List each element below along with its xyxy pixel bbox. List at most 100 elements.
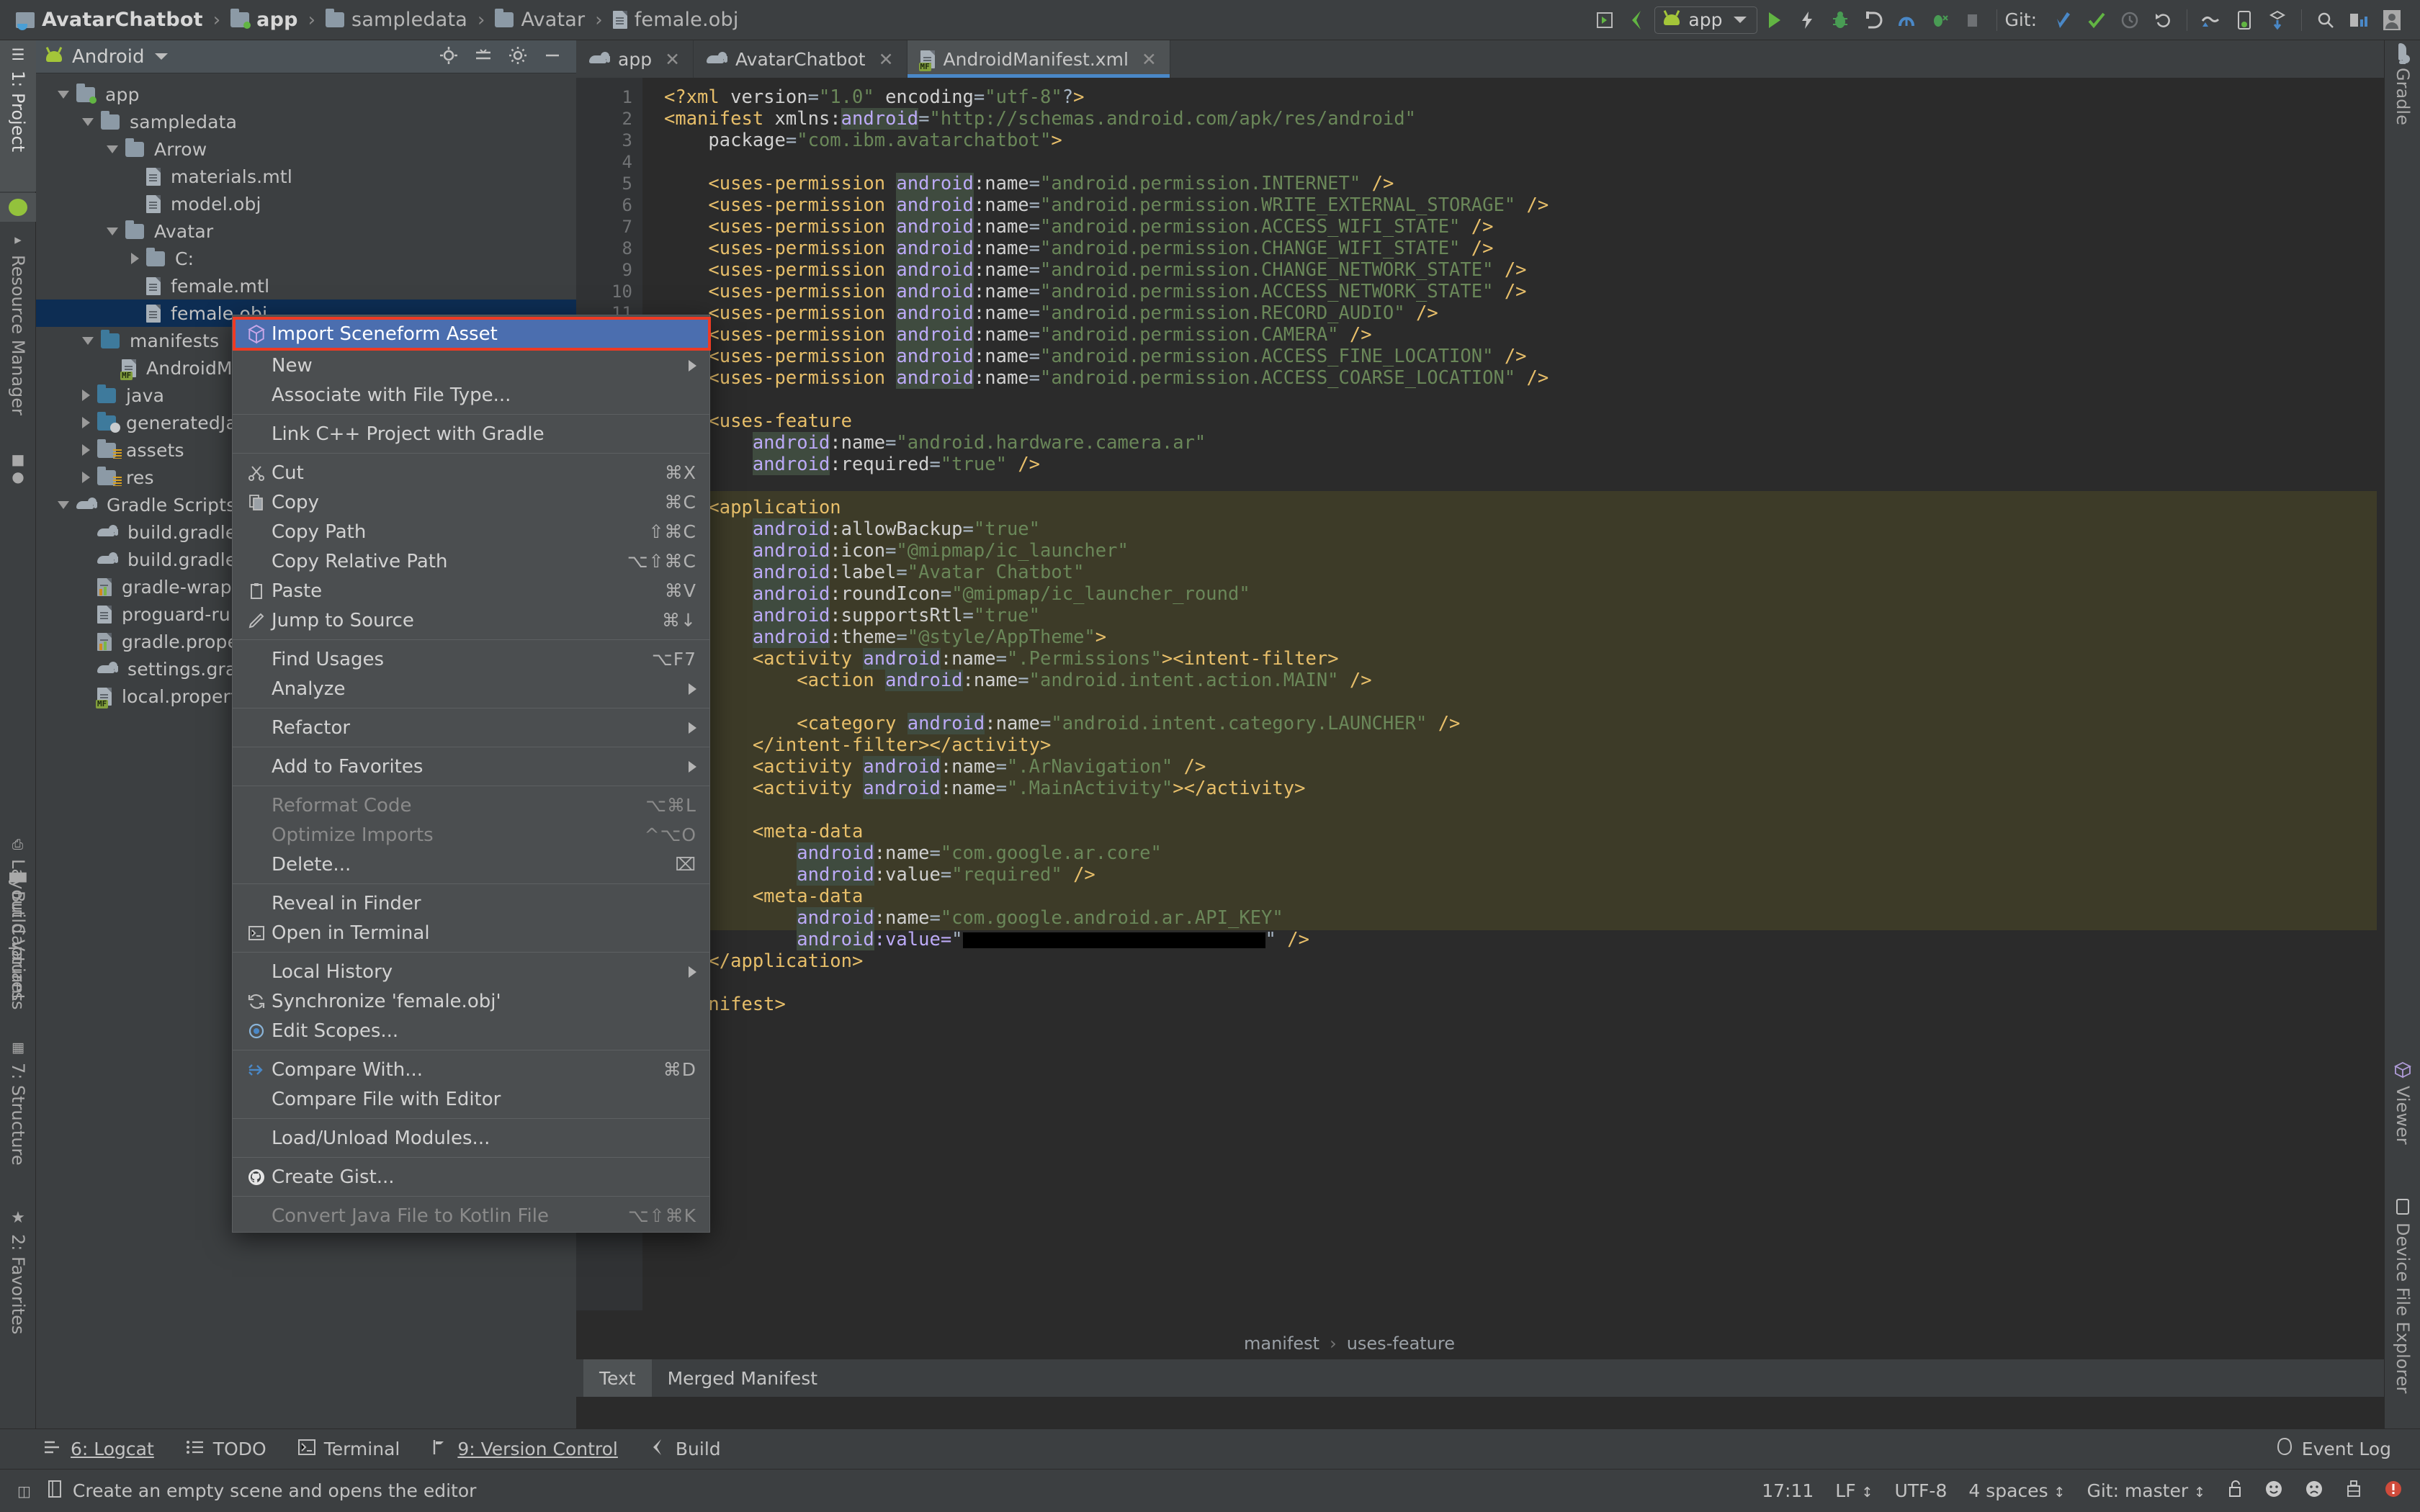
menu-item-analyze[interactable]: Analyze <box>233 674 709 703</box>
bottom-tab-logcat[interactable]: 6: Logcat <box>43 1439 154 1459</box>
attach-debugger-icon[interactable] <box>1857 4 1890 37</box>
menu-item-create-gist[interactable]: Create Gist... <box>233 1162 709 1192</box>
breadcrumb-item-app[interactable]: app <box>230 9 297 31</box>
line-separator-selector[interactable]: LF ↕ <box>1835 1480 1873 1501</box>
sync-gradle-icon[interactable] <box>2195 4 2228 37</box>
menu-item-optimize-imports[interactable]: Optimize Imports^⌥O <box>233 820 709 850</box>
sdk-manager-icon[interactable] <box>2261 4 2294 37</box>
menu-item-convert-java-file-to-kotlin-file[interactable]: Convert Java File to Kotlin File⌥⇧⌘K <box>233 1201 709 1230</box>
menu-item-copy[interactable]: Copy⌘C <box>233 487 709 517</box>
code-editor[interactable]: 1234567891011 <?xml version="1.0" encodi… <box>576 78 2420 1310</box>
android-tool-icon[interactable] <box>0 193 36 222</box>
close-icon[interactable]: ✕ <box>1142 49 1157 70</box>
menu-item-edit-scopes[interactable]: Edit Scopes... <box>233 1016 709 1045</box>
menu-item-compare-file-with-editor[interactable]: Compare File with Editor <box>233 1084 709 1114</box>
menu-item-new[interactable]: New <box>233 351 709 380</box>
settings-gear-icon[interactable] <box>508 46 527 68</box>
indent-selector[interactable]: 4 spaces ↕ <box>1968 1480 2065 1501</box>
caret-position[interactable]: 17:11 <box>1762 1480 1814 1501</box>
twisty-expanded-icon[interactable] <box>58 91 69 99</box>
twisty-expanded-icon[interactable] <box>58 501 69 509</box>
menu-item-import-sceneform-asset[interactable]: Import Sceneform Asset <box>233 317 709 351</box>
git-branch-widget[interactable]: Git: master ↕ <box>2087 1480 2205 1501</box>
breadcrumb-item-sampledata[interactable]: sampledata <box>326 9 467 31</box>
twisty-collapsed-icon[interactable] <box>82 472 90 483</box>
resource-shapes-icon[interactable]: ■● <box>0 445 36 477</box>
run-configuration-selector[interactable]: app <box>1654 6 1757 34</box>
debug-attach-icon[interactable] <box>1923 4 1956 37</box>
menu-item-load-unload-modules[interactable]: Load/Unload Modules... <box>233 1123 709 1153</box>
breadcrumb-item-avatar[interactable]: Avatar <box>495 9 585 31</box>
happy-face-icon[interactable] <box>2264 1480 2283 1503</box>
twisty-expanded-icon[interactable] <box>107 145 118 153</box>
menu-item-delete[interactable]: Delete...⌧ <box>233 850 709 879</box>
menu-item-local-history[interactable]: Local History <box>233 957 709 986</box>
sidebar-item-project[interactable]: ☰ 1: Project <box>0 40 36 192</box>
breadcrumb-uses-feature[interactable]: uses-feature <box>1347 1333 1455 1354</box>
menu-item-jump-to-source[interactable]: Jump to Source⌘↓ <box>233 606 709 635</box>
tree-node-avatar[interactable]: Avatar <box>36 217 576 245</box>
twisty-collapsed-icon[interactable] <box>131 253 139 264</box>
bottom-tab-terminal[interactable]: Terminal <box>298 1439 400 1459</box>
twisty-expanded-icon[interactable] <box>82 118 94 126</box>
sidebar-item-gradle[interactable]: Gradle <box>2385 40 2420 170</box>
menu-item-reveal-in-finder[interactable]: Reveal in Finder <box>233 888 709 918</box>
debug-icon[interactable] <box>1824 4 1857 37</box>
menu-item-compare-with[interactable]: Compare With...⌘D <box>233 1055 709 1084</box>
project-structure-icon[interactable] <box>2342 4 2375 37</box>
menu-item-open-in-terminal[interactable]: Open in Terminal <box>233 918 709 948</box>
sidebar-item-build-variants[interactable]: ▉ Build Variants <box>0 867 36 1043</box>
user-avatar-icon[interactable] <box>2375 4 2408 37</box>
error-badge-icon[interactable] <box>2384 1480 2403 1503</box>
sidebar-item-resource-manager[interactable]: ▸ Resource Manager <box>0 226 36 442</box>
tree-node-sampledata[interactable]: sampledata <box>36 108 576 135</box>
menu-item-reformat-code[interactable]: Reformat Code⌥⌘L <box>233 791 709 820</box>
menu-item-find-usages[interactable]: Find Usages⌥F7 <box>233 644 709 674</box>
twisty-expanded-icon[interactable] <box>107 228 118 235</box>
sidebar-item-viewer[interactable]: Viewer <box>2385 1056 2420 1185</box>
tab-text[interactable]: Text <box>583 1359 652 1397</box>
tree-node-female-mtl[interactable]: female.mtl <box>36 272 576 300</box>
close-icon[interactable]: ✕ <box>665 49 680 70</box>
history-icon[interactable] <box>2113 4 2146 37</box>
build-icon[interactable] <box>1621 4 1654 37</box>
menu-item-copy-relative-path[interactable]: Copy Relative Path⌥⇧⌘C <box>233 546 709 576</box>
event-log-button[interactable]: Event Log <box>2276 1437 2391 1460</box>
menu-item-add-to-favorites[interactable]: Add to Favorites <box>233 752 709 781</box>
menu-item-synchronize-female-obj[interactable]: Synchronize 'female.obj' <box>233 986 709 1016</box>
avd-manager-icon[interactable] <box>2228 4 2261 37</box>
tree-node-c[interactable]: C: <box>36 245 576 272</box>
menu-item-paste[interactable]: Paste⌘V <box>233 576 709 606</box>
close-icon[interactable]: ✕ <box>879 49 894 70</box>
collapse-all-icon[interactable] <box>474 46 493 68</box>
menu-item-associate-with-file-type[interactable]: Associate with File Type... <box>233 380 709 410</box>
bottom-tab-build[interactable]: Build <box>650 1438 721 1461</box>
twisty-collapsed-icon[interactable] <box>82 444 90 456</box>
open-preview-icon[interactable] <box>1588 4 1621 37</box>
sad-face-icon[interactable] <box>2305 1480 2323 1503</box>
locate-icon[interactable] <box>439 46 458 68</box>
tree-node-materials-mtl[interactable]: materials.mtl <box>36 163 576 190</box>
chevron-down-icon[interactable] <box>155 53 168 60</box>
tree-node-app[interactable]: app <box>36 81 576 108</box>
unlocked-icon[interactable] <box>2227 1480 2243 1503</box>
update-project-icon[interactable] <box>2047 4 2080 37</box>
tab-avatarchatbot[interactable]: AvatarChatbot ✕ <box>694 40 908 78</box>
stop-icon[interactable] <box>1956 4 1989 37</box>
apply-changes-icon[interactable] <box>1791 4 1824 37</box>
inspector-icon[interactable] <box>2345 1480 2362 1503</box>
tree-node-arrow[interactable]: Arrow <box>36 135 576 163</box>
sidebar-item-device-file-explorer[interactable]: Device File Explorer <box>2385 1192 2420 1430</box>
code-content[interactable]: <?xml version="1.0" encoding="utf-8"?><m… <box>642 78 2377 1310</box>
menu-item-copy-path[interactable]: Copy Path⇧⌘C <box>233 517 709 546</box>
sidebar-item-structure[interactable]: ▦ 7: Structure <box>0 1034 36 1200</box>
search-everywhere-icon[interactable] <box>2309 4 2342 37</box>
menu-item-link-c-project-with-gradle[interactable]: Link C++ Project with Gradle <box>233 419 709 449</box>
hide-icon[interactable] <box>543 46 562 68</box>
twisty-collapsed-icon[interactable] <box>82 390 90 401</box>
breadcrumb-item-file[interactable]: female.obj <box>613 9 739 31</box>
menu-item-cut[interactable]: Cut⌘X <box>233 458 709 487</box>
tab-androidmanifest-xml[interactable]: MF AndroidManifest.xml ✕ <box>908 40 1170 78</box>
twisty-expanded-icon[interactable] <box>82 337 94 345</box>
project-view-selector-label[interactable]: Android <box>72 46 145 68</box>
